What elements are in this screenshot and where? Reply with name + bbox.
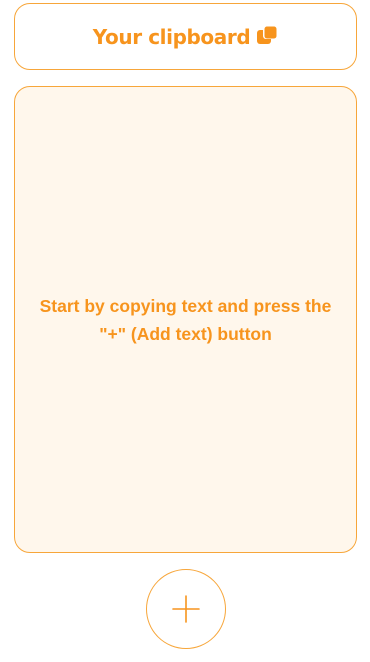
empty-state-message: Start by copying text and press the "+" … <box>39 295 332 344</box>
clipboard-panel: Start by copying text and press the "+" … <box>14 86 357 553</box>
copy-icon <box>256 24 278 46</box>
clipboard-page: Your clipboard Start by copying text and… <box>0 0 370 662</box>
add-text-button[interactable] <box>146 569 226 649</box>
plus-icon <box>172 595 200 623</box>
page-title: Your clipboard <box>92 24 251 49</box>
header-card: Your clipboard <box>14 3 357 70</box>
